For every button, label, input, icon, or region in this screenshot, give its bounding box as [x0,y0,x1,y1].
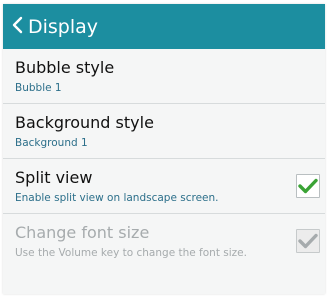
setting-split-view[interactable]: Split view Enable split view on landscap… [3,159,325,214]
setting-title: Change font size [15,223,150,242]
setting-title: Bubble style [15,58,115,77]
setting-title: Split view [15,168,93,187]
split-view-checkbox[interactable] [296,174,320,198]
settings-screen: Display Bubble style Bubble 1 Background… [3,4,325,294]
chevron-left-icon [12,16,23,34]
setting-background-style[interactable]: Background style Background 1 [3,104,325,159]
setting-change-font-size: Change font size Use the Volume key to c… [3,214,325,269]
setting-subtitle: Bubble 1 [15,82,62,94]
font-size-checkbox [296,229,320,253]
setting-subtitle: Use the Volume key to change the font si… [15,247,247,259]
setting-subtitle: Enable split view on landscape screen. [15,192,219,204]
settings-list: Bubble style Bubble 1 Background style B… [3,49,325,269]
back-button[interactable] [7,14,27,36]
setting-bubble-style[interactable]: Bubble style Bubble 1 [3,49,325,104]
setting-subtitle: Background 1 [15,137,88,149]
setting-title: Background style [15,113,154,132]
checkmark-icon [298,233,318,249]
page-title: Display [28,16,99,38]
checkmark-icon [298,178,318,194]
app-header: Display [3,4,325,49]
